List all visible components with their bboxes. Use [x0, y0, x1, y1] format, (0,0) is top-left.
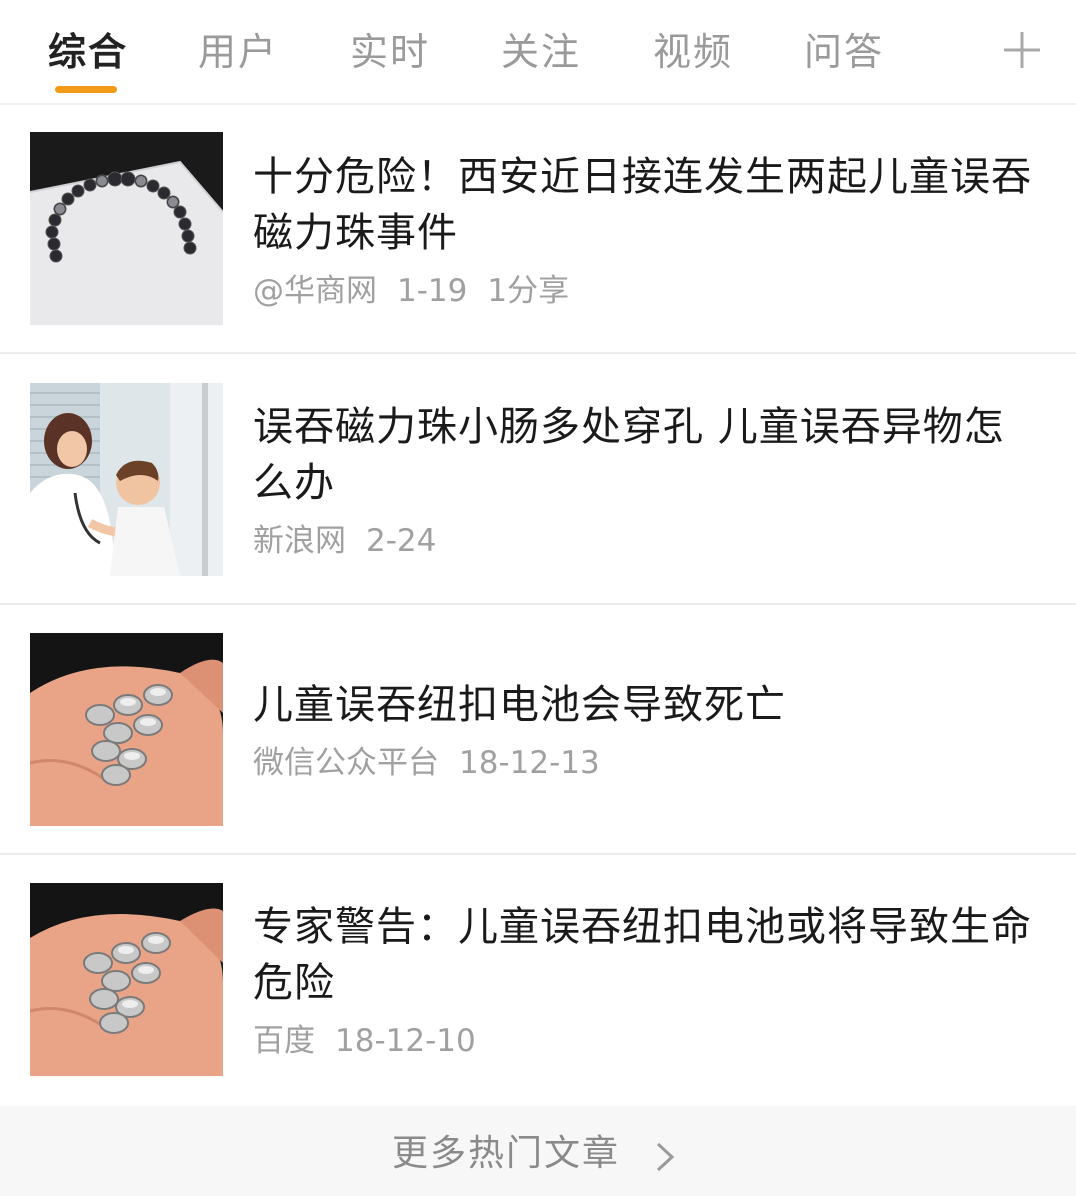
- article-item[interactable]: 十分危险！西安近日接连发生两起儿童误吞磁力珠事件 @华商网 1-19 1分享: [0, 105, 1076, 355]
- magnetic-beads-thumbnail: [30, 132, 223, 325]
- article-item[interactable]: 误吞磁力珠小肠多处穿孔 儿童误吞异物怎么办 新浪网 2-24: [0, 355, 1076, 605]
- tab-bar: 综合 用户 实时 关注 视频 问答: [0, 0, 1076, 105]
- tab-qa[interactable]: 问答: [804, 26, 884, 78]
- add-tab-button[interactable]: [1000, 28, 1044, 72]
- article-source: 新浪网: [253, 523, 346, 559]
- article-title[interactable]: 误吞磁力珠小肠多处穿孔 儿童误吞异物怎么办: [253, 399, 1033, 511]
- more-articles-button[interactable]: 更多热门文章: [0, 1106, 1076, 1196]
- button-batteries-thumbnail: [30, 883, 223, 1076]
- article-title[interactable]: 十分危险！西安近日接连发生两起儿童误吞磁力珠事件: [253, 149, 1033, 261]
- article-meta: 新浪网 2-24: [253, 521, 456, 561]
- article-meta: @华商网 1-19 1分享: [253, 271, 589, 311]
- tab-realtime[interactable]: 实时: [350, 26, 430, 78]
- plus-icon: [1004, 32, 1040, 68]
- tab-video[interactable]: 视频: [653, 26, 733, 78]
- more-articles-label: 更多热门文章: [392, 1133, 621, 1174]
- tab-users[interactable]: 用户: [198, 26, 278, 78]
- article-source: 百度: [253, 1023, 315, 1059]
- doctor-child-thumbnail: [30, 383, 223, 576]
- article-date: 2-24: [366, 523, 437, 559]
- article-date: 18-12-13: [459, 745, 600, 781]
- article-source: 微信公众平台: [253, 745, 439, 781]
- tab-comprehensive[interactable]: 综合: [48, 26, 128, 78]
- article-title[interactable]: 专家警告：儿童误吞纽扣电池或将导致生命危险: [253, 899, 1033, 1011]
- active-tab-indicator: [55, 86, 117, 93]
- article-date: 18-12-10: [335, 1023, 476, 1059]
- article-title[interactable]: 儿童误吞纽扣电池会导致死亡: [253, 677, 1033, 733]
- tab-following[interactable]: 关注: [501, 26, 581, 78]
- article-item[interactable]: 儿童误吞纽扣电池会导致死亡 微信公众平台 18-12-13: [0, 605, 1076, 855]
- article-date: 1-19: [397, 273, 468, 309]
- article-meta: 百度 18-12-10: [253, 1021, 496, 1061]
- button-batteries-thumbnail: [30, 633, 223, 826]
- article-source: @华商网: [253, 273, 377, 309]
- article-shares: 1分享: [487, 273, 570, 309]
- divider: [0, 352, 1076, 354]
- article-item[interactable]: 专家警告：儿童误吞纽扣电池或将导致生命危险 百度 18-12-10: [0, 855, 1076, 1105]
- chevron-right-icon: [656, 1142, 675, 1172]
- article-meta: 微信公众平台 18-12-13: [253, 743, 620, 783]
